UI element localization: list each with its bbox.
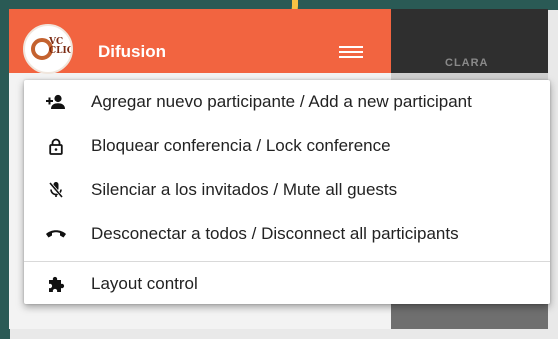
call-end-icon [44, 222, 68, 246]
menu-item-label: Bloquear conferencia / Lock conference [91, 136, 391, 155]
menu-item-mute-guests[interactable]: Silenciar a los invitados / Mute all gue… [24, 168, 550, 212]
video-panel-header: CLARA [391, 9, 548, 73]
menu-item-disconnect-all[interactable]: Desconectar a todos / Disconnect all par… [24, 212, 550, 256]
puzzle-icon [44, 272, 68, 296]
mic-off-icon [44, 178, 68, 202]
person-add-icon [44, 90, 68, 114]
menu-item-layout-control[interactable]: Layout control [24, 262, 550, 306]
menu-icon[interactable] [339, 43, 363, 61]
dropdown-menu: Agregar nuevo participante / Add a new p… [24, 80, 550, 304]
logo-text: VC CLIC [49, 37, 73, 56]
watermark-logo: CLARA [445, 57, 489, 69]
app-logo: VC CLIC [23, 24, 73, 74]
menu-item-lock-conference[interactable]: Bloquear conferencia / Lock conference [24, 124, 550, 168]
menu-item-label: Layout control [91, 274, 198, 293]
app-title: Difusion [98, 42, 166, 61]
menu-item-label: Silenciar a los invitados / Mute all gue… [91, 180, 398, 199]
menu-item-label: Agregar nuevo participante / Add a new p… [91, 92, 472, 111]
menu-item-add-participant[interactable]: Agregar nuevo participante / Add a new p… [24, 80, 550, 124]
menu-item-label: Desconectar a todos / Disconnect all par… [91, 224, 459, 243]
lock-icon [44, 134, 68, 158]
